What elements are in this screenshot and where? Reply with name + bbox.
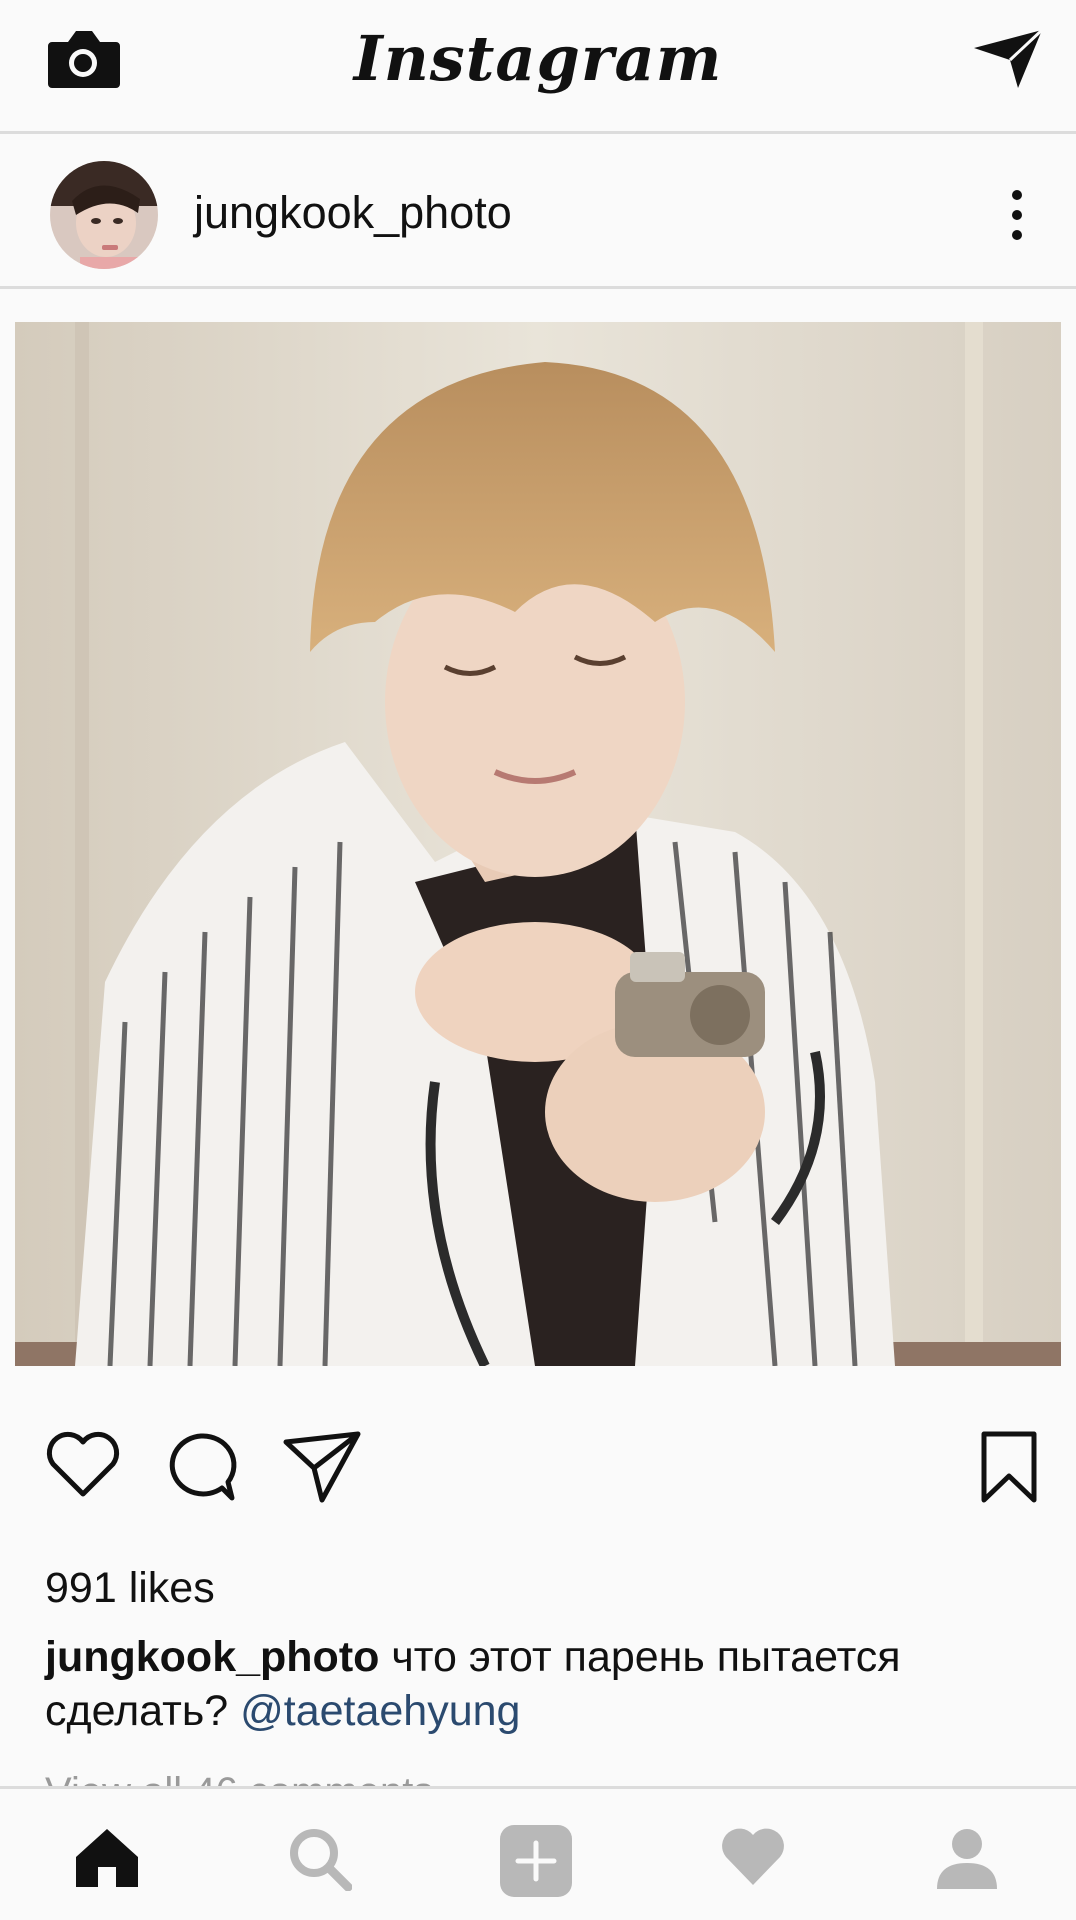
top-bar: Instagram — [0, 0, 1076, 134]
more-icon[interactable] — [1000, 187, 1034, 243]
comment-icon[interactable] — [164, 1430, 238, 1504]
post-photo[interactable] — [15, 322, 1061, 1366]
post-actions — [0, 1430, 1076, 1510]
search-icon[interactable] — [288, 1827, 352, 1891]
post-caption: jungkook_photo что этот парень пытается … — [45, 1630, 1035, 1738]
bookmark-icon[interactable] — [978, 1430, 1040, 1506]
profile-icon[interactable] — [934, 1827, 1000, 1891]
bottom-nav — [0, 1786, 1076, 1920]
share-icon[interactable] — [282, 1430, 362, 1504]
caption-mention[interactable]: @taetaehyung — [240, 1687, 520, 1735]
avatar[interactable] — [50, 161, 158, 269]
activity-heart-icon[interactable] — [720, 1827, 786, 1887]
direct-message-icon[interactable] — [972, 26, 1044, 92]
home-icon[interactable] — [74, 1827, 140, 1889]
heart-icon[interactable] — [44, 1430, 122, 1500]
post-header: jungkook_photo — [0, 137, 1076, 289]
likes-count[interactable]: 991 likes — [45, 1564, 215, 1613]
add-post-icon[interactable] — [498, 1823, 574, 1899]
app-logo: Instagram — [353, 22, 723, 95]
post-username[interactable]: jungkook_photo — [194, 187, 512, 239]
caption-username[interactable]: jungkook_photo — [45, 1633, 379, 1681]
